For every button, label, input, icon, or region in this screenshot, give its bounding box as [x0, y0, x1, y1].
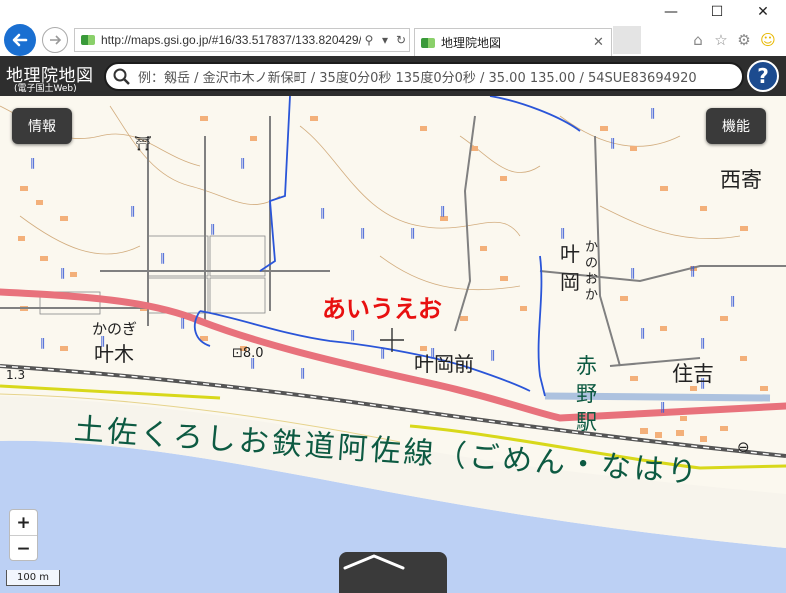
svg-text:‖: ‖ [610, 136, 616, 149]
label-kanooka-kana: かのおか [585, 240, 599, 303]
svg-text:‖: ‖ [240, 156, 246, 169]
yellow-line-left [0, 384, 221, 400]
close-icon[interactable]: ✕ [593, 35, 611, 50]
navigation-bar: http://maps.gsi.go.jp/#16/33.517837/133.… [0, 24, 786, 56]
svg-text:‖: ‖ [440, 204, 446, 217]
svg-text:‖: ‖ [560, 226, 566, 239]
tab-favicon-icon [421, 37, 435, 48]
bottom-drawer-toggle[interactable] [339, 552, 447, 593]
smiley-icon[interactable]: ☺ [758, 30, 778, 50]
map-view[interactable]: ‖ ‖ ‖ ‖ ‖ ‖ ‖ ‖ ‖ ‖ ‖ ‖ ‖ ‖ ‖ ‖ ‖ ‖ ‖ ‖ ‖ ‖ ‖ ‖ ‖ ‖ ‖ ‖ ‖ [0, 96, 786, 593]
tab-title: 地理院地図 [441, 36, 502, 50]
title-bar: — ☐ ✕ [0, 0, 786, 24]
label-kanogi: 叶木 [94, 342, 134, 366]
svg-text:‖: ‖ [300, 366, 306, 379]
svg-text:‖: ‖ [210, 222, 216, 235]
gear-icon[interactable]: ⚙ [734, 30, 754, 50]
svg-text:‖: ‖ [630, 266, 636, 279]
label-kanooka: 叶岡 [560, 242, 580, 294]
home-icon[interactable]: ⌂ [688, 30, 708, 50]
buildings [18, 116, 768, 431]
svg-text:‖: ‖ [730, 294, 736, 307]
label-kanooka-mae: 叶岡前 [414, 352, 474, 376]
svg-text:‖: ‖ [160, 251, 166, 264]
svg-text:‖: ‖ [350, 328, 356, 341]
forward-icon[interactable] [42, 27, 68, 53]
svg-text:‖: ‖ [30, 156, 36, 169]
label-kanogi-kana: かのぎ [92, 320, 138, 338]
maximize-icon[interactable]: ☐ [694, 0, 740, 24]
svg-text:‖: ‖ [40, 336, 46, 349]
browser-window: — ☐ ✕ http://maps.gsi.go.jp/#16/33.51783… [0, 0, 786, 593]
svg-text:‖: ‖ [700, 336, 706, 349]
label-elevation-left: 1.3 [6, 368, 26, 382]
help-button[interactable]: ? [747, 60, 779, 92]
svg-text:‖: ‖ [130, 204, 136, 217]
post-office-icon: ⊖ [737, 438, 750, 456]
search-icon[interactable]: ⚲ [361, 33, 377, 47]
chevron-up-icon [343, 554, 405, 570]
functions-button[interactable]: 機能 [706, 108, 766, 144]
label-nishiyori: 西寄 [720, 168, 762, 192]
search-input[interactable]: 例：剱岳 / 金沢市木ノ新保町 / 35度0分0秒 135度0分0秒 / 35.… [104, 62, 744, 91]
svg-text:‖: ‖ [380, 346, 386, 359]
info-button[interactable]: 情報 [12, 108, 72, 144]
svg-text:‖: ‖ [690, 264, 696, 277]
field-marks: ‖‖‖ ‖‖‖ ‖‖‖ ‖‖‖ ‖ ‖‖ ‖ ‖‖ ‖‖‖ ‖‖‖ ‖‖‖ ‖‖ [30, 106, 736, 413]
search-magnifier-icon [113, 68, 130, 85]
map-annotation[interactable]: あいうえお [322, 289, 442, 324]
contour-lines [0, 105, 741, 291]
refresh-icon[interactable]: ↻ [393, 33, 409, 47]
app-logo-subtitle: (電子国土Web) [14, 84, 77, 94]
svg-text:‖: ‖ [640, 326, 646, 339]
svg-text:‖: ‖ [490, 348, 496, 361]
star-icon[interactable]: ☆ [711, 30, 731, 50]
label-sumiyoshi: 住吉 [672, 362, 714, 386]
scale-bar: 100 m [6, 570, 60, 586]
dropdown-icon[interactable]: ▾ [377, 33, 393, 47]
address-bar[interactable]: http://maps.gsi.go.jp/#16/33.517837/133.… [74, 28, 410, 52]
svg-text:‖: ‖ [60, 266, 66, 279]
new-tab-button[interactable] [613, 26, 641, 54]
zoom-in-button[interactable]: + [10, 510, 37, 535]
svg-text:‖: ‖ [650, 106, 656, 119]
label-elevation: ⊡8.0 [232, 346, 264, 361]
svg-text:‖: ‖ [320, 206, 326, 219]
svg-text:‖: ‖ [180, 316, 186, 329]
gsi-header: 地理院地図 (電子国土Web) 例：剱岳 / 金沢市木ノ新保町 / 35度0分0… [0, 56, 786, 96]
shrine-icon: ⛩ [134, 136, 152, 152]
minimize-icon[interactable]: — [648, 0, 694, 24]
close-window-icon[interactable]: ✕ [740, 0, 786, 24]
svg-text:‖: ‖ [410, 226, 416, 239]
back-icon[interactable] [4, 24, 36, 56]
search-placeholder: 例：剱岳 / 金沢市木ノ新保町 / 35度0分0秒 135度0分0秒 / 35.… [138, 71, 697, 86]
site-favicon-icon [81, 35, 95, 45]
svg-text:‖: ‖ [660, 400, 666, 413]
label-akano-station: 赤野駅 [576, 354, 597, 434]
zoom-control: + − [9, 509, 38, 561]
zoom-out-button[interactable]: − [10, 536, 37, 561]
url-text: http://maps.gsi.go.jp/#16/33.517837/133.… [101, 33, 361, 47]
tab-gsi-map[interactable]: 地理院地図 ✕ [414, 28, 612, 56]
svg-text:‖: ‖ [360, 226, 366, 239]
